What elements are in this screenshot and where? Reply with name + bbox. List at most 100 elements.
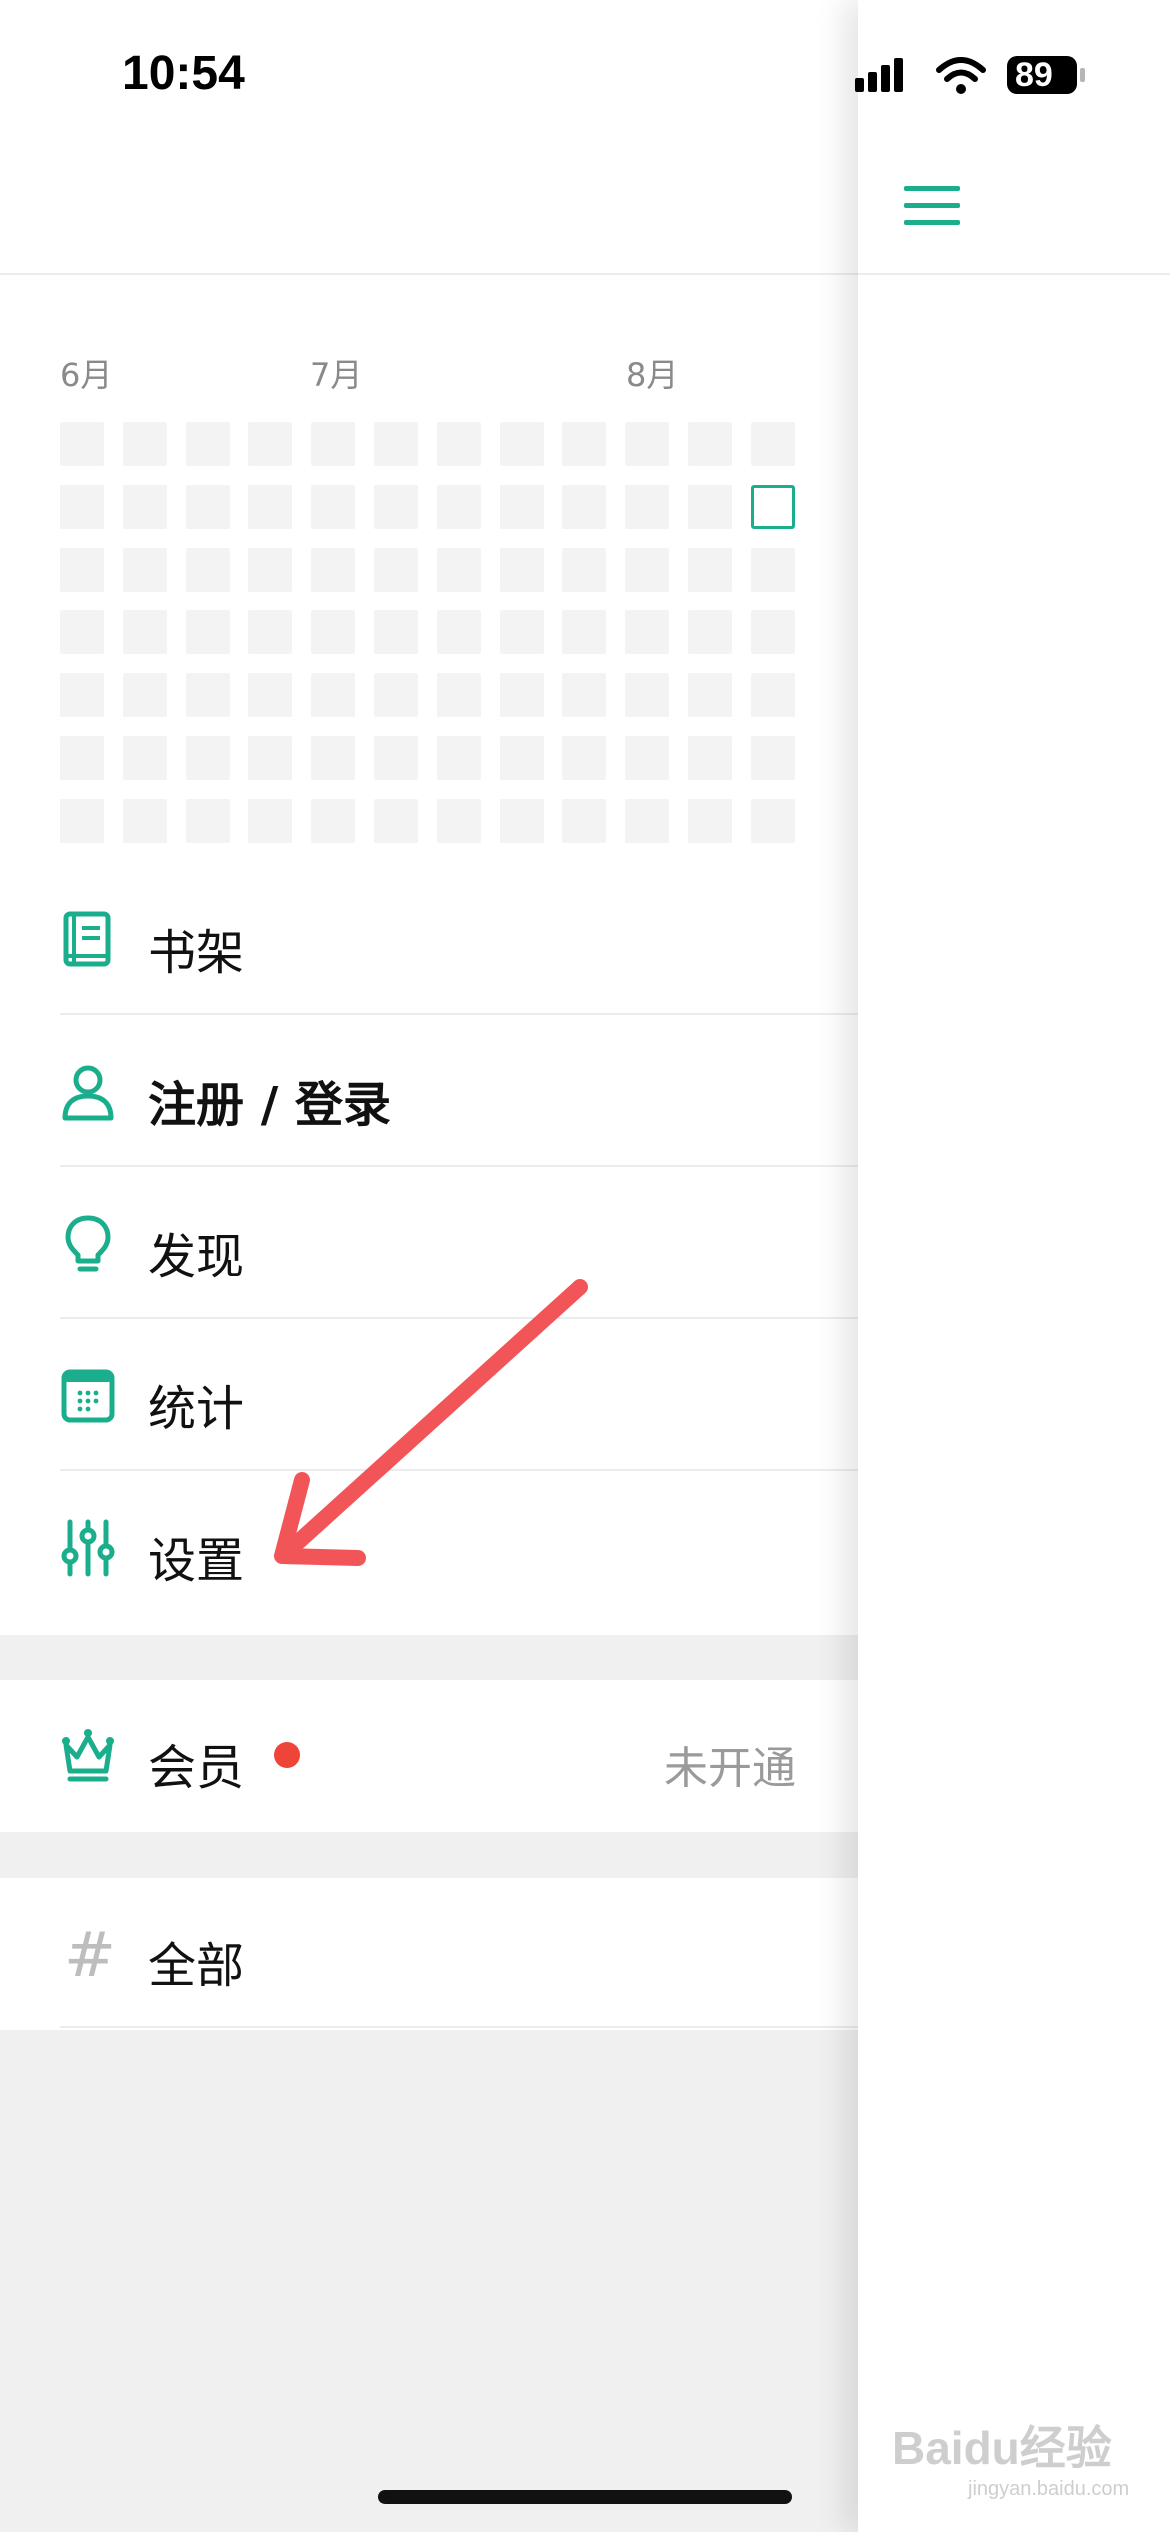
settings-label: 设置 — [148, 1533, 245, 1589]
menu-item-stats[interactable]: 统计 — [0, 1321, 858, 1471]
heatmap-cell — [688, 484, 732, 529]
heatmap-cell — [750, 422, 795, 466]
status-time: 10:54 — [122, 47, 245, 100]
heatmap-cell — [60, 547, 104, 592]
heatmap-cell — [185, 484, 230, 529]
heatmap-cell — [122, 610, 167, 655]
heatmap-cell — [750, 798, 795, 843]
heatmap-cell — [750, 736, 795, 780]
heatmap-cell — [248, 547, 293, 592]
heatmap-cell — [122, 673, 167, 718]
heatmap-cell-today — [750, 484, 795, 529]
heatmap-cell — [374, 673, 418, 718]
tags-section: # 全部 — [0, 1878, 858, 2030]
heatmap-cell — [499, 673, 544, 718]
heatmap-cell — [688, 610, 732, 655]
heatmap-cell — [499, 547, 544, 592]
calendar-icon — [60, 1366, 116, 1426]
heatmap-cell — [750, 610, 795, 655]
heatmap-cell — [688, 736, 732, 780]
month-label-august: 8月 — [626, 356, 679, 394]
heatmap-cell — [122, 736, 167, 780]
heatmap-cell — [311, 422, 356, 466]
hamburger-menu-icon[interactable] — [904, 182, 964, 232]
heatmap-cell — [60, 673, 104, 718]
divider — [60, 1013, 858, 1015]
membership-label: 会员 — [148, 1740, 245, 1796]
heatmap-cell — [625, 547, 670, 592]
heatmap-cell — [60, 484, 104, 529]
heatmap-cell — [750, 673, 795, 718]
heatmap-cell — [499, 422, 544, 466]
crown-icon — [60, 1725, 116, 1785]
heatmap-cell — [374, 422, 418, 466]
heatmap-cell — [185, 547, 230, 592]
heatmap-cell — [562, 798, 607, 843]
heatmap-cell — [688, 673, 732, 718]
month-label-july: 7月 — [310, 356, 363, 394]
heatmap-cell — [248, 673, 293, 718]
membership-section: 会员 未开通 — [0, 1680, 858, 1832]
heatmap-cell — [311, 736, 356, 780]
heatmap-cell — [562, 736, 607, 780]
heatmap-cell — [60, 736, 104, 780]
menu-item-settings[interactable]: 设置 — [0, 1473, 858, 1623]
main-header-divider — [858, 273, 1170, 275]
heatmap-cell — [185, 798, 230, 843]
heatmap-cell — [562, 610, 607, 655]
heatmap-cell — [122, 547, 167, 592]
menu-item-discover[interactable]: 发现 — [0, 1169, 858, 1319]
heatmap-cell — [750, 547, 795, 592]
heatmap-cell — [248, 610, 293, 655]
heatmap-cell — [625, 484, 670, 529]
membership-status: 未开通 — [664, 1743, 796, 1794]
divider — [60, 1469, 858, 1471]
heatmap-cell — [60, 610, 104, 655]
menu-item-membership[interactable]: 会员 未开通 — [0, 1680, 858, 1830]
heatmap-cell — [436, 610, 481, 655]
heatmap-cell — [625, 610, 670, 655]
menu-item-all-tags[interactable]: # 全部 — [0, 1878, 858, 2028]
heatmap-cell — [311, 484, 356, 529]
heatmap-cell — [248, 736, 293, 780]
heatmap-cell — [436, 484, 481, 529]
divider — [60, 1317, 858, 1319]
home-indicator[interactable] — [378, 2490, 792, 2504]
menu-item-login[interactable]: 注册 / 登录 — [0, 1017, 858, 1167]
heatmap-cell — [499, 798, 544, 843]
heatmap-cell — [374, 736, 418, 780]
heatmap-cell — [688, 547, 732, 592]
heatmap-cell — [436, 422, 481, 466]
heatmap-cell — [562, 484, 607, 529]
drawer-header — [0, 0, 858, 275]
sliders-icon — [60, 1518, 116, 1578]
heatmap-cell — [311, 673, 356, 718]
login-label: 注册 / 登录 — [148, 1077, 391, 1133]
watermark: Baidu经验 — [892, 2422, 1112, 2474]
heatmap-cell — [436, 547, 481, 592]
watermark-url: jingyan.baidu.com — [968, 2478, 1130, 2500]
heatmap-cell — [311, 610, 356, 655]
user-icon — [60, 1062, 116, 1122]
heatmap-cell — [499, 736, 544, 780]
wifi-icon — [936, 57, 986, 94]
main-content-panel[interactable] — [858, 0, 1170, 2532]
battery-level: 89 — [1015, 56, 1053, 94]
divider — [60, 1165, 858, 1167]
heatmap-cell — [60, 422, 104, 466]
navigation-drawer: 6月 7月 8月 书架 注册 / 登录 发现 统计 设置 会员 未开通 # 全部 — [0, 0, 858, 2532]
heatmap-cell — [499, 610, 544, 655]
heatmap-cell — [185, 422, 230, 466]
heatmap-cell — [185, 610, 230, 655]
heatmap-cell — [499, 484, 544, 529]
hash-icon: # — [64, 1918, 116, 1991]
heatmap-cell — [248, 484, 293, 529]
heatmap-cell — [688, 798, 732, 843]
book-icon — [60, 910, 116, 970]
signal-icon — [855, 58, 903, 92]
menu-item-bookshelf[interactable]: 书架 — [0, 865, 858, 1015]
heatmap-cell — [122, 484, 167, 529]
heatmap-cell — [248, 422, 293, 466]
stats-label: 统计 — [148, 1381, 245, 1437]
primary-menu: 书架 注册 / 登录 发现 统计 设置 — [0, 865, 858, 1635]
